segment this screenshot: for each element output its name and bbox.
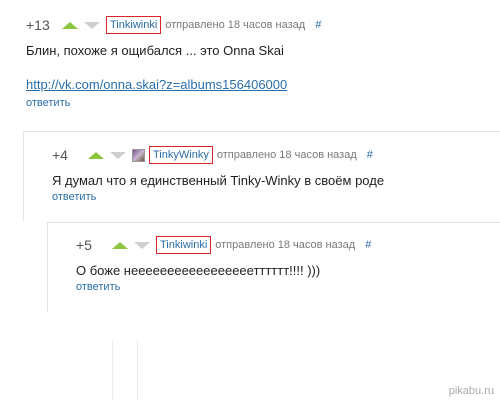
comment-time: отправлено 18 часов назад <box>165 19 306 31</box>
thread-indent-line <box>47 222 48 312</box>
comment-permalink[interactable]: # <box>315 19 321 31</box>
comment-meta: +13 Tinkiwinki отправлено 18 часов назад… <box>26 14 500 36</box>
thread-indent-line <box>23 131 24 221</box>
thread-divider <box>23 131 500 132</box>
comment-link[interactable]: http://vk.com/onna.skai?z=albums15640600… <box>26 77 287 92</box>
comment-text: О боже нееееееееееееееееетттттт!!!! ))) <box>76 263 321 278</box>
thread-indent-line <box>112 340 113 400</box>
comment-author[interactable]: TinkyWinky <box>149 146 213 164</box>
upvote-icon[interactable] <box>62 21 78 29</box>
watermark: pikabu.ru <box>448 385 494 397</box>
thread-divider <box>47 222 500 223</box>
comment-1: +13 Tinkiwinki отправлено 18 часов назад… <box>26 14 500 109</box>
downvote-icon[interactable] <box>84 21 100 29</box>
upvote-icon[interactable] <box>88 151 104 159</box>
comment-meta: +5 Tinkiwinki отправлено 18 часов назад … <box>76 234 500 256</box>
downvote-icon[interactable] <box>134 241 150 249</box>
comment-2: +4 TinkyWinky отправлено 18 часов назад … <box>52 144 500 203</box>
comment-time: отправлено 18 часов назад <box>216 149 357 161</box>
comment-rating: +5 <box>76 237 92 253</box>
reply-button[interactable]: ответить <box>26 97 500 109</box>
comment-rating: +13 <box>26 17 50 33</box>
comment-text: Я думал что я единственный Tinky-Winky в… <box>52 173 385 188</box>
reply-button[interactable]: ответить <box>76 281 500 293</box>
comment-meta: +4 TinkyWinky отправлено 18 часов назад … <box>52 144 500 166</box>
comment-permalink[interactable]: # <box>367 149 373 161</box>
thread-indent-line <box>137 340 138 400</box>
comment-3: +5 Tinkiwinki отправлено 18 часов назад … <box>76 234 500 293</box>
downvote-icon[interactable] <box>110 151 126 159</box>
comment-permalink[interactable]: # <box>365 239 371 251</box>
comment-author[interactable]: Tinkiwinki <box>106 16 162 34</box>
upvote-icon[interactable] <box>112 241 128 249</box>
reply-button[interactable]: ответить <box>52 191 500 203</box>
comment-rating: +4 <box>52 147 68 163</box>
avatar <box>132 148 145 162</box>
comment-author[interactable]: Tinkiwinki <box>156 236 212 254</box>
comment-time: отправлено 18 часов назад <box>215 239 356 251</box>
comment-text: Блин, похоже я ощибался ... это Onna Ska… <box>26 43 284 58</box>
